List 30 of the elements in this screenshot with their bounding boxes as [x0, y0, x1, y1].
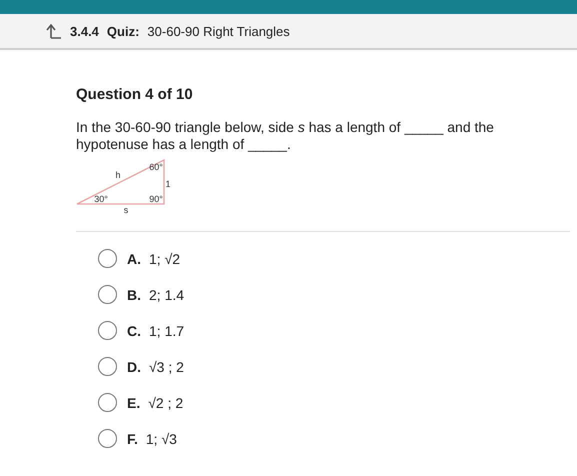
option-letter: B. [127, 286, 141, 302]
option-answer[interactable]: 1; 1.7 [149, 322, 184, 338]
question-text: In the 30-60-90 triangle below, side s has a length of _____ and the hypotenuse has a length of _____. [76, 119, 495, 153]
quiz-label: Quiz: [106, 24, 140, 38]
option-letter: F. [127, 430, 138, 446]
angle-label: 60° [149, 162, 163, 172]
back-arrow-icon[interactable] [46, 23, 62, 39]
option-letter: E. [127, 394, 140, 410]
radio-button[interactable] [98, 249, 117, 268]
radio-button[interactable] [98, 321, 117, 340]
option-answer[interactable]: 1; √2 [149, 250, 180, 266]
option-letter: C. [127, 322, 141, 338]
quiz-title: 30-60-90 Right Triangles [147, 24, 290, 38]
angle-label: 30° [94, 194, 108, 204]
option-letter: D. [127, 358, 141, 374]
side-label: s [124, 205, 128, 215]
option-answer[interactable]: 2; 1.4 [149, 286, 184, 302]
side-label: 1 [166, 179, 170, 189]
question-heading: Question 4 of 10 [76, 86, 194, 103]
quiz-number: 3.4.4 [70, 24, 99, 38]
option-answer[interactable]: √3 ; 2 [149, 358, 184, 374]
radio-button[interactable] [98, 285, 117, 304]
radio-button[interactable] [98, 357, 117, 376]
option-answer[interactable]: 1; √3 [146, 430, 177, 446]
side-label: h [116, 170, 120, 180]
angle-label: 90° [149, 194, 163, 204]
option-answer[interactable]: √2 ; 2 [148, 394, 184, 410]
option-letter: A. [127, 250, 141, 266]
radio-button[interactable] [98, 429, 117, 448]
radio-button[interactable] [98, 393, 117, 412]
